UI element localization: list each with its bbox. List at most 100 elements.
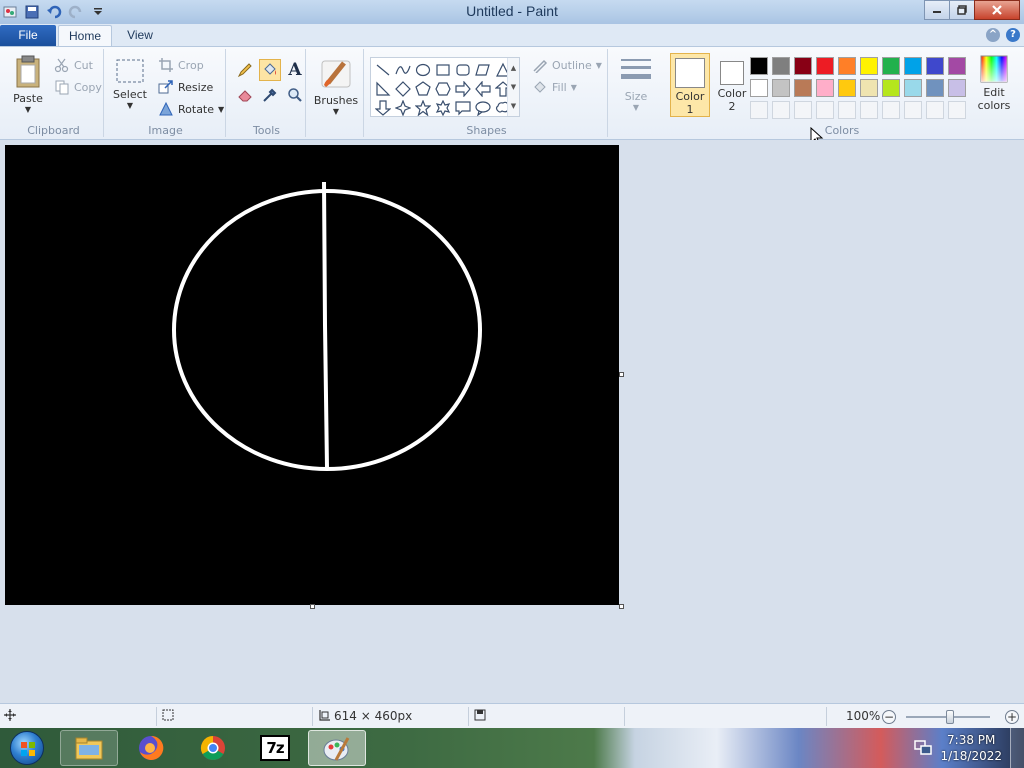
fill-bucket-icon[interactable] [259, 59, 281, 81]
tab-file[interactable]: File [0, 25, 56, 46]
palette-swatch[interactable] [750, 57, 768, 75]
palette-custom-slot[interactable] [860, 101, 878, 119]
palette-swatch[interactable] [772, 57, 790, 75]
palette-swatch[interactable] [794, 79, 812, 97]
left-arrow-shape-icon[interactable] [473, 79, 493, 98]
palette-swatch[interactable] [948, 57, 966, 75]
palette-swatch[interactable] [882, 57, 900, 75]
minimize-ribbon-icon[interactable]: ^ [986, 28, 1000, 42]
palette-custom-slot[interactable] [926, 101, 944, 119]
tab-home[interactable]: Home [58, 25, 112, 46]
resize-button[interactable]: Resize [158, 79, 213, 95]
help-icon[interactable]: ? [1006, 28, 1020, 42]
shapes-scrollbar[interactable]: ▲ ▼ ▼ [507, 58, 519, 116]
size-button[interactable]: Size ▼ [616, 55, 656, 112]
curve-shape-icon[interactable] [393, 60, 413, 79]
palette-swatch[interactable] [750, 79, 768, 97]
network-icon[interactable] [914, 740, 932, 756]
minimize-button[interactable] [924, 0, 950, 20]
color2-selector[interactable]: Color 2 [712, 53, 752, 117]
oval-callout-shape-icon[interactable] [473, 98, 493, 117]
palette-swatch[interactable] [926, 57, 944, 75]
palette-custom-slot[interactable] [948, 101, 966, 119]
taskbar-chrome[interactable] [184, 730, 242, 766]
rectangle-shape-icon[interactable] [433, 60, 453, 79]
rotate-button[interactable]: Rotate ▼ [158, 101, 224, 117]
palette-swatch[interactable] [838, 57, 856, 75]
right-triangle-shape-icon[interactable] [373, 79, 393, 98]
paint-menu-icon[interactable] [0, 2, 20, 22]
palette-custom-slot[interactable] [750, 101, 768, 119]
palette-custom-slot[interactable] [904, 101, 922, 119]
palette-swatch[interactable] [904, 79, 922, 97]
tab-view[interactable]: View [118, 25, 162, 46]
crop-button[interactable]: Crop [158, 57, 204, 73]
palette-swatch[interactable] [772, 79, 790, 97]
drawing-canvas[interactable] [5, 145, 619, 605]
palette-swatch[interactable] [926, 79, 944, 97]
palette-custom-slot[interactable] [838, 101, 856, 119]
palette-swatch[interactable] [860, 79, 878, 97]
brushes-button[interactable]: Brushes ▼ [312, 55, 360, 116]
six-point-star-shape-icon[interactable] [433, 98, 453, 117]
undo-icon[interactable] [44, 2, 64, 22]
restore-button[interactable] [949, 0, 975, 20]
cut-button[interactable]: Cut [54, 57, 93, 73]
save-icon[interactable] [22, 2, 42, 22]
palette-custom-slot[interactable] [816, 101, 834, 119]
palette-swatch[interactable] [794, 57, 812, 75]
palette-swatch[interactable] [860, 57, 878, 75]
zoom-in-button[interactable]: + [1005, 710, 1019, 724]
palette-swatch[interactable] [816, 79, 834, 97]
paste-button[interactable]: Paste ▼ [8, 55, 48, 114]
text-icon[interactable]: A [284, 59, 306, 81]
taskbar-paint[interactable] [308, 730, 366, 766]
taskbar-firefox[interactable] [122, 730, 180, 766]
fill-button[interactable]: Fill ▼ [532, 79, 577, 95]
down-arrow-shape-icon[interactable] [373, 98, 393, 117]
rect-callout-shape-icon[interactable] [453, 98, 473, 117]
oval-shape-icon[interactable] [413, 60, 433, 79]
hexagon-shape-icon[interactable] [433, 79, 453, 98]
resize-handle-corner[interactable] [619, 604, 624, 609]
zoom-slider-thumb[interactable] [946, 710, 954, 724]
palette-custom-slot[interactable] [772, 101, 790, 119]
right-arrow-shape-icon[interactable] [453, 79, 473, 98]
taskbar-7zip[interactable]: 7z [246, 730, 304, 766]
palette-swatch[interactable] [904, 57, 922, 75]
polygon-shape-icon[interactable] [473, 60, 493, 79]
pencil-icon[interactable] [234, 59, 256, 81]
resize-handle-bottom[interactable] [310, 604, 315, 609]
diamond-shape-icon[interactable] [393, 79, 413, 98]
select-button[interactable]: Select ▼ [112, 57, 148, 110]
outline-button[interactable]: Outline ▼ [532, 57, 602, 73]
color-picker-icon[interactable] [259, 84, 281, 106]
zoom-out-button[interactable]: − [882, 710, 896, 724]
show-desktop-button[interactable] [1010, 728, 1024, 768]
line-shape-icon[interactable] [373, 60, 393, 79]
customize-qat-icon[interactable] [88, 2, 108, 22]
close-button[interactable] [974, 0, 1020, 20]
fill-icon [534, 81, 546, 93]
color1-selector[interactable]: Color 1 [670, 53, 710, 117]
five-point-star-shape-icon[interactable] [413, 98, 433, 117]
palette-swatch[interactable] [948, 79, 966, 97]
eraser-icon[interactable] [234, 84, 256, 106]
palette-swatch[interactable] [838, 79, 856, 97]
rounded-rectangle-shape-icon[interactable] [453, 60, 473, 79]
redo-icon[interactable] [66, 2, 86, 22]
four-point-star-shape-icon[interactable] [393, 98, 413, 117]
pentagon-shape-icon[interactable] [413, 79, 433, 98]
resize-handle-right[interactable] [619, 372, 624, 377]
start-button[interactable] [2, 729, 52, 767]
copy-button[interactable]: Copy [54, 79, 102, 95]
taskbar-clock[interactable]: 7:38 PM 1/18/2022 [940, 732, 1002, 764]
palette-swatch[interactable] [816, 57, 834, 75]
magnifier-icon[interactable] [284, 84, 306, 106]
windows-logo-icon [10, 731, 44, 765]
taskbar-file-explorer[interactable] [60, 730, 118, 766]
palette-custom-slot[interactable] [794, 101, 812, 119]
edit-colors-button[interactable]: Edit colors [974, 55, 1014, 112]
palette-custom-slot[interactable] [882, 101, 900, 119]
palette-swatch[interactable] [882, 79, 900, 97]
